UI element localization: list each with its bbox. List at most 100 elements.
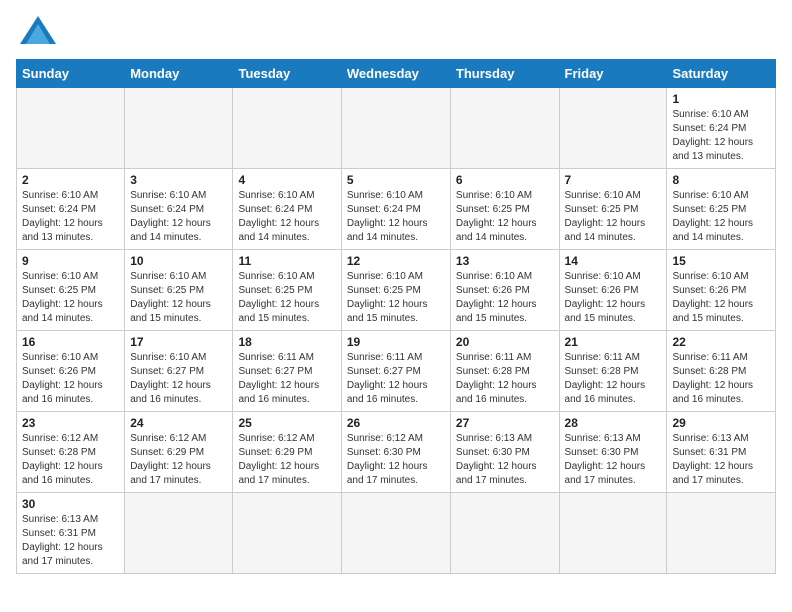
calendar-cell: 29Sunrise: 6:13 AM Sunset: 6:31 PM Dayli…	[667, 412, 776, 493]
calendar-cell: 27 Sunrise: 6:13 AM Sunset: 6:30 PM Dayli…	[450, 412, 559, 493]
header-sunday: Sunday	[17, 60, 125, 88]
day-info: Sunrise: 6:10 AM Sunset: 6:25 PM Dayligh…	[565, 189, 662, 245]
day-number: 10	[130, 254, 227, 268]
day-info: Sunrise: 6:10 AM Sunset: 6:26 PM Dayligh…	[456, 270, 554, 326]
day-info: Sunrise: 6:10 AM Sunset: 6:24 PM Dayligh…	[672, 108, 770, 164]
calendar-cell: 24 Sunrise: 6:12 AM Sunset: 6:29 PM Dayli…	[125, 412, 233, 493]
day-number: 2	[22, 173, 119, 187]
day-number: 16	[22, 335, 119, 349]
day-number: 17	[130, 335, 227, 349]
day-number: 8	[672, 173, 770, 187]
calendar-cell: 28 Sunrise: 6:13 AM Sunset: 6:30 PM Dayli…	[559, 412, 667, 493]
calendar-cell	[233, 88, 341, 169]
day-info: Sunrise: 6:11 AM Sunset: 6:27 PM Dayligh…	[347, 351, 445, 407]
day-number: 12	[347, 254, 445, 268]
day-info: Sunrise: 6:12 AM Sunset: 6:29 PM Dayligh…	[130, 432, 227, 488]
day-number: 21	[565, 335, 662, 349]
day-info: Sunrise: 6:10 AM Sunset: 6:25 PM Dayligh…	[672, 189, 770, 245]
calendar-cell: 2 Sunrise: 6:10 AM Sunset: 6:24 PM Daylig…	[17, 169, 125, 250]
day-info: Sunrise: 6:10 AM Sunset: 6:26 PM Dayligh…	[565, 270, 662, 326]
day-number: 20	[456, 335, 554, 349]
week-row-0: 1 Sunrise: 6:10 AM Sunset: 6:24 PM Daylig…	[17, 88, 776, 169]
header-tuesday: Tuesday	[233, 60, 341, 88]
calendar-cell: 25 Sunrise: 6:12 AM Sunset: 6:29 PM Dayli…	[233, 412, 341, 493]
day-number: 26	[347, 416, 445, 430]
day-number: 13	[456, 254, 554, 268]
calendar-cell: 16 Sunrise: 6:10 AM Sunset: 6:26 PM Dayli…	[17, 331, 125, 412]
day-info: Sunrise: 6:10 AM Sunset: 6:25 PM Dayligh…	[130, 270, 227, 326]
days-header-row: SundayMondayTuesdayWednesdayThursdayFrid…	[17, 60, 776, 88]
calendar-cell: 19 Sunrise: 6:11 AM Sunset: 6:27 PM Dayli…	[341, 331, 450, 412]
day-info: Sunrise: 6:10 AM Sunset: 6:25 PM Dayligh…	[347, 270, 445, 326]
day-number: 9	[22, 254, 119, 268]
day-info: Sunrise: 6:12 AM Sunset: 6:30 PM Dayligh…	[347, 432, 445, 488]
day-number: 24	[130, 416, 227, 430]
header-wednesday: Wednesday	[341, 60, 450, 88]
header-friday: Friday	[559, 60, 667, 88]
day-number: 30	[22, 497, 119, 511]
header-thursday: Thursday	[450, 60, 559, 88]
day-info: Sunrise: 6:11 AM Sunset: 6:28 PM Dayligh…	[672, 351, 770, 407]
calendar-cell: 17 Sunrise: 6:10 AM Sunset: 6:27 PM Dayli…	[125, 331, 233, 412]
calendar-cell	[125, 88, 233, 169]
day-number: 27	[456, 416, 554, 430]
day-info: Sunrise: 6:10 AM Sunset: 6:25 PM Dayligh…	[456, 189, 554, 245]
day-number: 22	[672, 335, 770, 349]
day-number: 25	[238, 416, 335, 430]
calendar-cell: 11Sunrise: 6:10 AM Sunset: 6:25 PM Dayli…	[233, 250, 341, 331]
day-info: Sunrise: 6:12 AM Sunset: 6:29 PM Dayligh…	[238, 432, 335, 488]
day-info: Sunrise: 6:11 AM Sunset: 6:28 PM Dayligh…	[565, 351, 662, 407]
calendar-cell: 22 Sunrise: 6:11 AM Sunset: 6:28 PM Dayli…	[667, 331, 776, 412]
week-row-3: 16 Sunrise: 6:10 AM Sunset: 6:26 PM Dayli…	[17, 331, 776, 412]
calendar-cell: 8 Sunrise: 6:10 AM Sunset: 6:25 PM Daylig…	[667, 169, 776, 250]
calendar-cell	[341, 493, 450, 574]
day-number: 5	[347, 173, 445, 187]
week-row-1: 2 Sunrise: 6:10 AM Sunset: 6:24 PM Daylig…	[17, 169, 776, 250]
calendar-cell: 26 Sunrise: 6:12 AM Sunset: 6:30 PM Dayli…	[341, 412, 450, 493]
header-monday: Monday	[125, 60, 233, 88]
calendar-cell	[450, 88, 559, 169]
day-number: 18	[238, 335, 335, 349]
day-info: Sunrise: 6:10 AM Sunset: 6:26 PM Dayligh…	[22, 351, 119, 407]
calendar-cell: 9 Sunrise: 6:10 AM Sunset: 6:25 PM Daylig…	[17, 250, 125, 331]
week-row-4: 23 Sunrise: 6:12 AM Sunset: 6:28 PM Dayli…	[17, 412, 776, 493]
day-info: Sunrise: 6:10 AM Sunset: 6:25 PM Dayligh…	[22, 270, 119, 326]
calendar-cell: 23 Sunrise: 6:12 AM Sunset: 6:28 PM Dayli…	[17, 412, 125, 493]
calendar-cell: 14 Sunrise: 6:10 AM Sunset: 6:26 PM Dayli…	[559, 250, 667, 331]
calendar-cell: 5Sunrise: 6:10 AM Sunset: 6:24 PM Daylig…	[341, 169, 450, 250]
day-info: Sunrise: 6:10 AM Sunset: 6:24 PM Dayligh…	[238, 189, 335, 245]
day-info: Sunrise: 6:11 AM Sunset: 6:27 PM Dayligh…	[238, 351, 335, 407]
day-number: 6	[456, 173, 554, 187]
day-info: Sunrise: 6:12 AM Sunset: 6:28 PM Dayligh…	[22, 432, 119, 488]
calendar-cell	[233, 493, 341, 574]
day-info: Sunrise: 6:10 AM Sunset: 6:24 PM Dayligh…	[130, 189, 227, 245]
day-info: Sunrise: 6:13 AM Sunset: 6:30 PM Dayligh…	[565, 432, 662, 488]
calendar-cell	[667, 493, 776, 574]
page-header	[16, 16, 776, 49]
calendar-cell	[559, 493, 667, 574]
calendar-cell: 3 Sunrise: 6:10 AM Sunset: 6:24 PM Daylig…	[125, 169, 233, 250]
day-number: 14	[565, 254, 662, 268]
calendar-cell	[125, 493, 233, 574]
calendar-cell: 12 Sunrise: 6:10 AM Sunset: 6:25 PM Dayli…	[341, 250, 450, 331]
calendar-cell: 1 Sunrise: 6:10 AM Sunset: 6:24 PM Daylig…	[667, 88, 776, 169]
day-number: 29	[672, 416, 770, 430]
calendar-table: SundayMondayTuesdayWednesdayThursdayFrid…	[16, 59, 776, 574]
day-number: 28	[565, 416, 662, 430]
day-number: 4	[238, 173, 335, 187]
day-info: Sunrise: 6:13 AM Sunset: 6:30 PM Dayligh…	[456, 432, 554, 488]
day-number: 23	[22, 416, 119, 430]
calendar-cell: 30 Sunrise: 6:13 AM Sunset: 6:31 PM Dayli…	[17, 493, 125, 574]
day-info: Sunrise: 6:10 AM Sunset: 6:24 PM Dayligh…	[22, 189, 119, 245]
day-number: 7	[565, 173, 662, 187]
calendar-cell: 21 Sunrise: 6:11 AM Sunset: 6:28 PM Dayli…	[559, 331, 667, 412]
calendar-cell	[17, 88, 125, 169]
calendar-cell: 20Sunrise: 6:11 AM Sunset: 6:28 PM Dayli…	[450, 331, 559, 412]
day-number: 3	[130, 173, 227, 187]
day-info: Sunrise: 6:10 AM Sunset: 6:27 PM Dayligh…	[130, 351, 227, 407]
day-info: Sunrise: 6:13 AM Sunset: 6:31 PM Dayligh…	[22, 513, 119, 569]
week-row-5: 30 Sunrise: 6:13 AM Sunset: 6:31 PM Dayli…	[17, 493, 776, 574]
day-number: 19	[347, 335, 445, 349]
day-number: 1	[672, 92, 770, 106]
day-number: 11	[238, 254, 335, 268]
